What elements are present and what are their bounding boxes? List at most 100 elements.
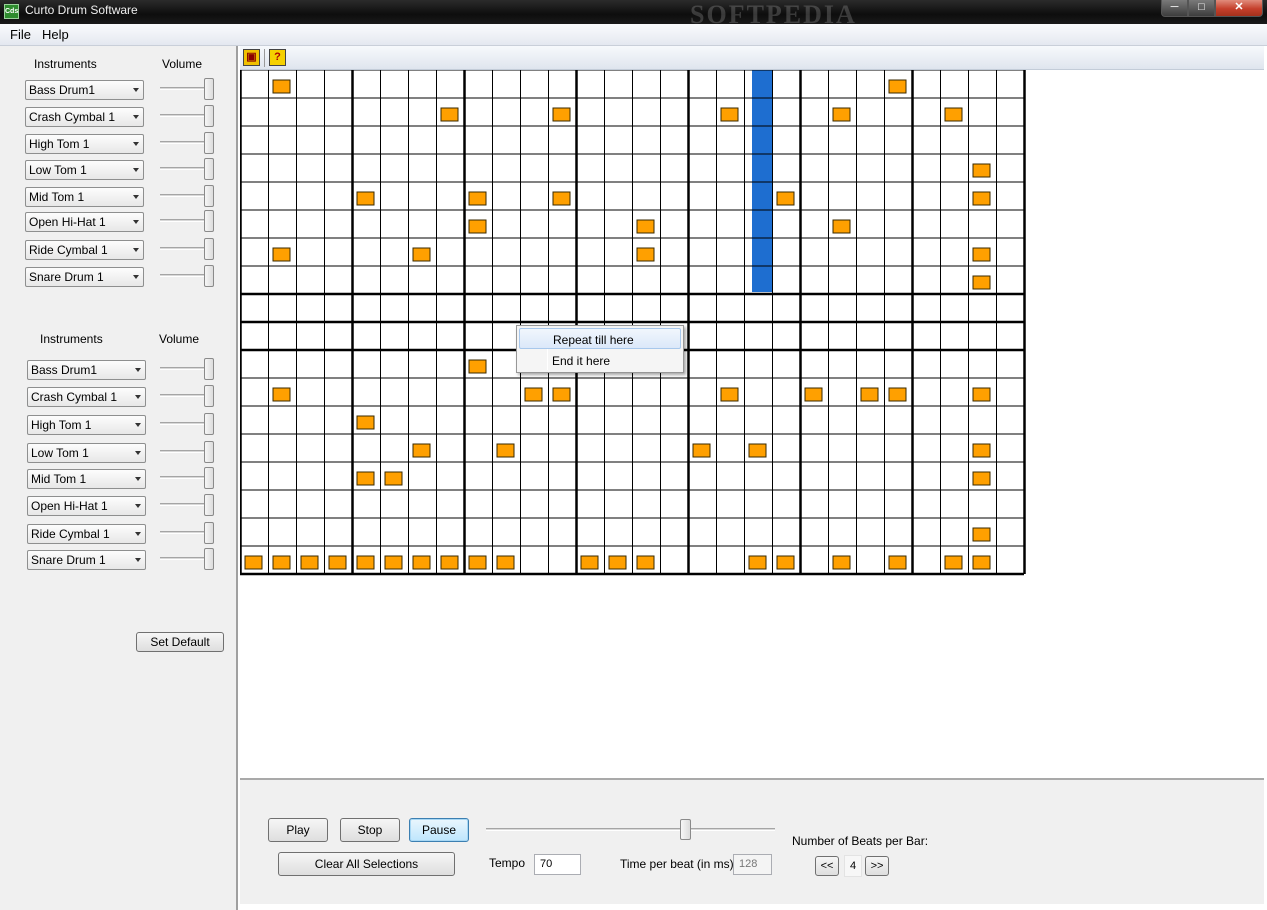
beat-cell-active[interactable] xyxy=(356,191,375,206)
beat-cell-active[interactable] xyxy=(244,555,263,570)
instrument-select[interactable]: Open Hi-Hat 1 xyxy=(25,212,144,232)
beat-cell-active[interactable] xyxy=(748,555,767,570)
beat-cell-active[interactable] xyxy=(972,555,991,570)
volume-slider[interactable] xyxy=(160,358,216,380)
volume-slider-thumb[interactable] xyxy=(204,358,214,380)
beat-cell-active[interactable] xyxy=(776,555,795,570)
volume-slider-track[interactable] xyxy=(160,531,210,534)
beat-cell-active[interactable] xyxy=(356,415,375,430)
beat-cell-active[interactable] xyxy=(468,219,487,234)
set-default-button[interactable]: Set Default xyxy=(136,632,224,652)
beat-cell-active[interactable] xyxy=(300,555,319,570)
pause-button[interactable]: Pause xyxy=(409,818,469,842)
beat-cell-active[interactable] xyxy=(832,107,851,122)
beat-cell-active[interactable] xyxy=(496,555,515,570)
beat-cell-active[interactable] xyxy=(608,555,627,570)
increase-beats-button[interactable]: >> xyxy=(865,856,889,876)
beat-cell-active[interactable] xyxy=(552,387,571,402)
beat-cell-active[interactable] xyxy=(944,555,963,570)
beat-cell-active[interactable] xyxy=(468,359,487,374)
beat-cell-active[interactable] xyxy=(776,191,795,206)
volume-slider-thumb[interactable] xyxy=(204,105,214,127)
beat-cell-active[interactable] xyxy=(552,107,571,122)
maximize-button[interactable]: □ xyxy=(1188,0,1215,17)
beat-cell-active[interactable] xyxy=(636,555,655,570)
beat-cell-active[interactable] xyxy=(692,443,711,458)
repeat-till-here-item[interactable]: Repeat till here xyxy=(519,328,681,349)
instrument-select[interactable]: Snare Drum 1 xyxy=(27,550,146,570)
beat-cell-active[interactable] xyxy=(384,555,403,570)
beat-cell-active[interactable] xyxy=(972,527,991,542)
instrument-select[interactable]: Low Tom 1 xyxy=(27,443,146,463)
volume-slider[interactable] xyxy=(160,132,216,154)
volume-slider-track[interactable] xyxy=(160,367,210,370)
volume-slider-thumb[interactable] xyxy=(204,132,214,154)
beat-cell-active[interactable] xyxy=(272,387,291,402)
beat-cell-active[interactable] xyxy=(272,79,291,94)
beat-cell-active[interactable] xyxy=(888,555,907,570)
volume-slider-track[interactable] xyxy=(160,114,210,117)
volume-slider[interactable] xyxy=(160,385,216,407)
play-button[interactable]: Play xyxy=(268,818,328,842)
beat-cell-active[interactable] xyxy=(440,555,459,570)
beat-cell-active[interactable] xyxy=(944,107,963,122)
beat-cell-active[interactable] xyxy=(888,387,907,402)
volume-slider[interactable] xyxy=(160,522,216,544)
beat-cell-active[interactable] xyxy=(888,79,907,94)
instrument-select[interactable]: Mid Tom 1 xyxy=(27,469,146,489)
beat-cell-active[interactable] xyxy=(496,443,515,458)
menu-file[interactable]: File xyxy=(10,27,31,42)
beat-cell-active[interactable] xyxy=(272,555,291,570)
volume-slider-thumb[interactable] xyxy=(204,210,214,232)
instrument-select[interactable]: Bass Drum1 xyxy=(27,360,146,380)
beat-cell-active[interactable] xyxy=(972,443,991,458)
beat-cell-active[interactable] xyxy=(748,443,767,458)
beat-cell-active[interactable] xyxy=(860,387,879,402)
beat-cell-active[interactable] xyxy=(832,555,851,570)
beat-cell-active[interactable] xyxy=(412,247,431,262)
volume-slider[interactable] xyxy=(160,265,216,287)
beat-cell-active[interactable] xyxy=(468,191,487,206)
beat-grid-area[interactable] xyxy=(240,70,1264,778)
volume-slider-track[interactable] xyxy=(160,503,210,506)
volume-slider-thumb[interactable] xyxy=(204,413,214,435)
beat-cell-active[interactable] xyxy=(972,275,991,290)
instrument-select[interactable]: Low Tom 1 xyxy=(25,160,144,180)
beat-cell-active[interactable] xyxy=(412,443,431,458)
instrument-select[interactable]: Ride Cymbal 1 xyxy=(27,524,146,544)
volume-slider[interactable] xyxy=(160,467,216,489)
volume-slider-thumb[interactable] xyxy=(204,441,214,463)
beat-cell-active[interactable] xyxy=(636,247,655,262)
instrument-select[interactable]: Crash Cymbal 1 xyxy=(25,107,144,127)
tempo-slider[interactable] xyxy=(486,818,776,842)
instrument-select[interactable]: High Tom 1 xyxy=(27,415,146,435)
instrument-select[interactable]: Open Hi-Hat 1 xyxy=(27,496,146,516)
menu-help[interactable]: Help xyxy=(42,27,69,42)
beat-cell-active[interactable] xyxy=(972,387,991,402)
volume-slider-thumb[interactable] xyxy=(204,522,214,544)
instrument-select[interactable]: Crash Cymbal 1 xyxy=(27,387,146,407)
volume-slider-thumb[interactable] xyxy=(204,548,214,570)
beat-cell-active[interactable] xyxy=(328,555,347,570)
beat-cell-active[interactable] xyxy=(580,555,599,570)
volume-slider-track[interactable] xyxy=(160,167,210,170)
beat-cell-active[interactable] xyxy=(720,107,739,122)
volume-slider-track[interactable] xyxy=(160,394,210,397)
volume-slider-track[interactable] xyxy=(160,194,210,197)
beat-grid[interactable] xyxy=(240,70,1030,578)
beat-cell-active[interactable] xyxy=(636,219,655,234)
volume-slider[interactable] xyxy=(160,158,216,180)
instrument-select[interactable]: Bass Drum1 xyxy=(25,80,144,100)
volume-slider-thumb[interactable] xyxy=(204,185,214,207)
minimize-button[interactable]: ─ xyxy=(1161,0,1188,17)
volume-slider[interactable] xyxy=(160,105,216,127)
volume-slider-thumb[interactable] xyxy=(204,238,214,260)
beat-cell-active[interactable] xyxy=(720,387,739,402)
decrease-beats-button[interactable]: << xyxy=(815,856,839,876)
beat-cell-active[interactable] xyxy=(524,387,543,402)
volume-slider-thumb[interactable] xyxy=(204,467,214,489)
volume-slider[interactable] xyxy=(160,494,216,516)
volume-slider-track[interactable] xyxy=(160,87,210,90)
volume-slider-thumb[interactable] xyxy=(204,494,214,516)
close-button[interactable]: ✕ xyxy=(1215,0,1263,17)
